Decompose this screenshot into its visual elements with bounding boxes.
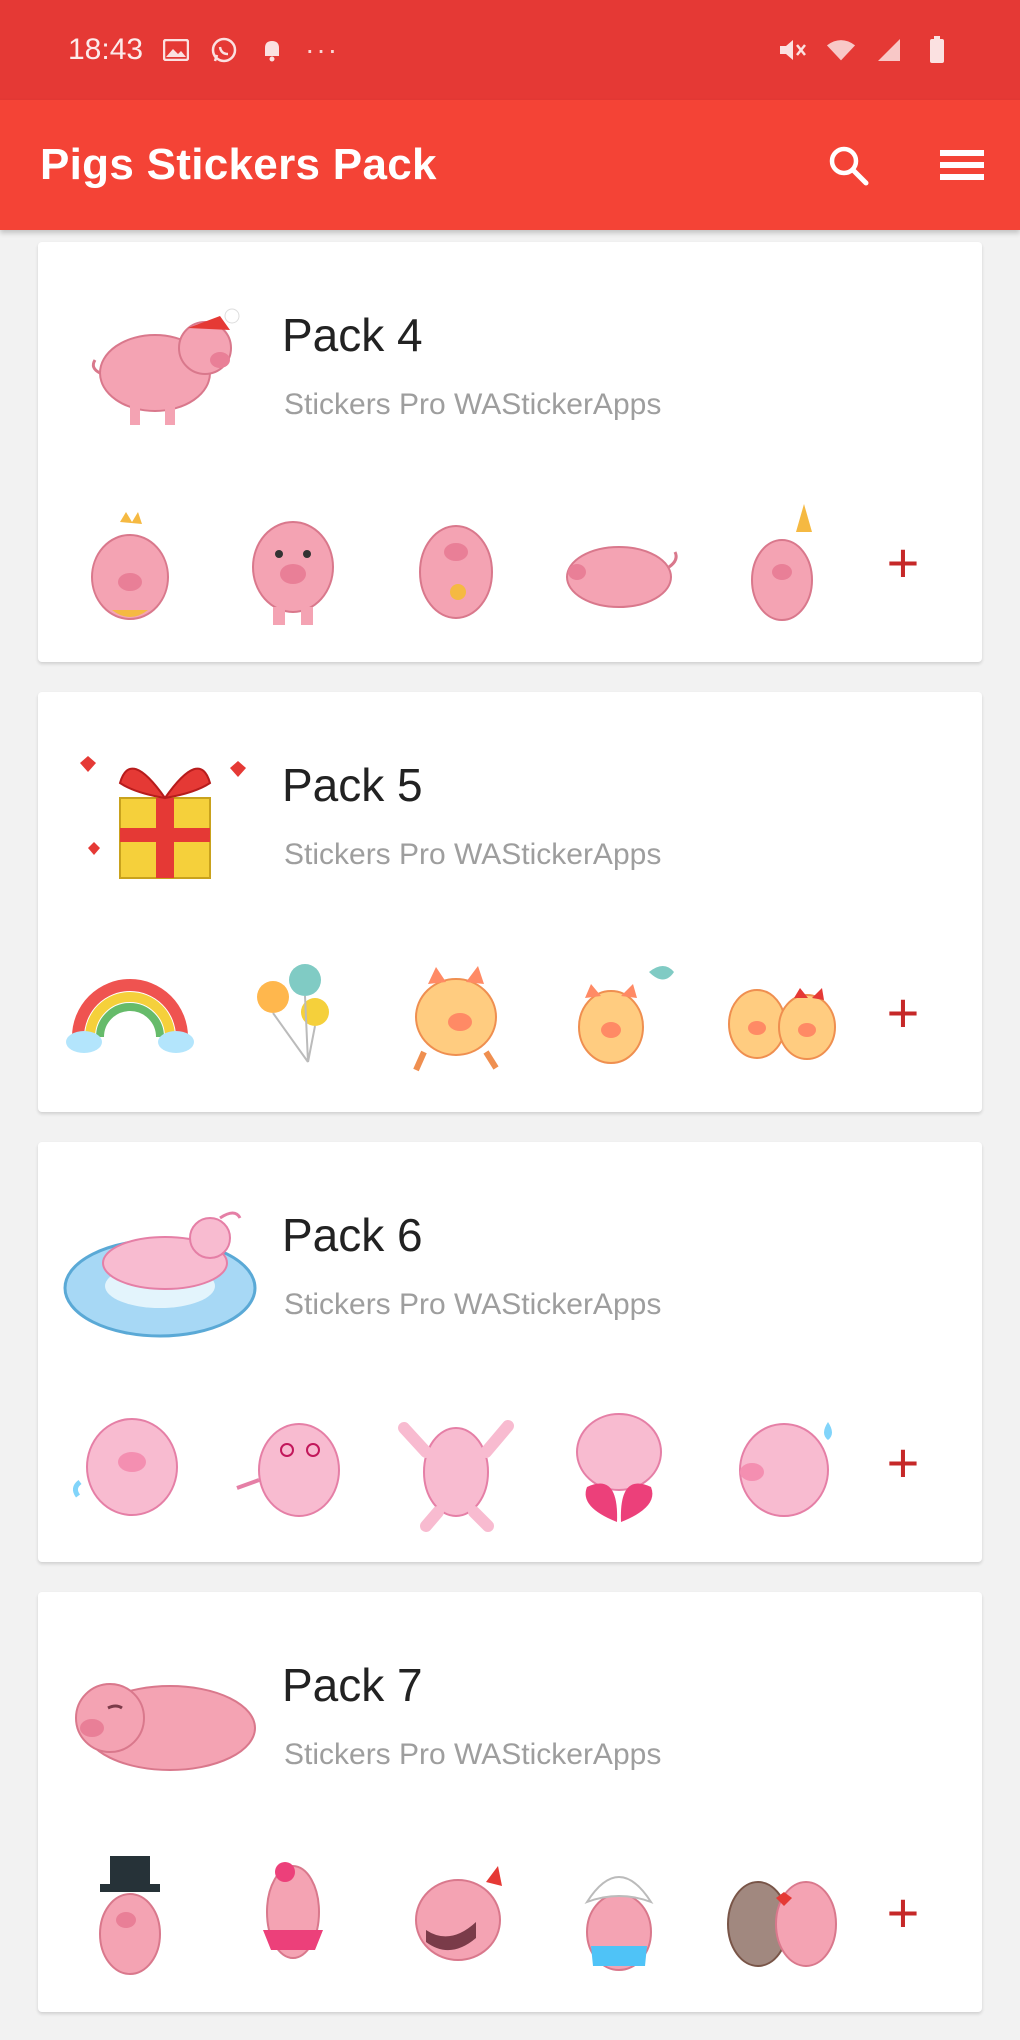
two-pigs-sticker[interactable] xyxy=(712,942,852,1082)
pack-header: Pack 6 Stickers Pro WAStickerApps xyxy=(38,1142,982,1362)
pig-standing-sticker[interactable] xyxy=(223,492,363,632)
battery-icon xyxy=(922,35,952,65)
pack-name: Pack 4 xyxy=(282,309,423,361)
pig-top-hat-sticker[interactable] xyxy=(60,1842,200,1982)
pig-sleeping-sticker xyxy=(75,1683,256,1771)
pack-card-5[interactable]: Pack 5 Stickers Pro WAStickerApps + xyxy=(38,692,982,1112)
pack-name: Pack 5 xyxy=(282,759,423,811)
search-button[interactable] xyxy=(818,135,878,195)
pig-dancing-sticker[interactable] xyxy=(386,1392,526,1532)
pig-sweat-sticker[interactable] xyxy=(712,1392,852,1532)
pig-pool-float-sticker xyxy=(63,1211,257,1338)
add-to-whatsapp-button[interactable]: + xyxy=(868,978,938,1048)
gift-box-sticker xyxy=(80,756,246,879)
search-icon xyxy=(829,146,869,186)
pigs-kissing-sticker[interactable] xyxy=(712,1842,852,1982)
rainbow-sticker[interactable] xyxy=(60,942,200,1082)
notification-icon xyxy=(257,35,287,65)
pig-lying-sticker[interactable] xyxy=(549,492,689,632)
pack-card-4[interactable]: Pack 4 Stickers Pro WAStickerApps + xyxy=(38,242,982,662)
pack-author: Stickers Pro WAStickerApps xyxy=(284,388,662,421)
status-left: 18:43 ··· xyxy=(68,33,339,67)
pack-header: Pack 5 Stickers Pro WAStickerApps xyxy=(38,692,982,912)
pack-author: Stickers Pro WAStickerApps xyxy=(284,1288,662,1321)
pack-card-7[interactable]: Pack 7 Stickers Pro WAStickerApps + xyxy=(38,1592,982,2012)
pack-list: Pack 4 Stickers Pro WAStickerApps + Pack… xyxy=(0,230,1020,2012)
pack-header: Pack 4 Stickers Pro WAStickerApps xyxy=(38,242,982,462)
pig-tutu-sticker[interactable] xyxy=(223,1842,363,1982)
menu-icon xyxy=(940,150,984,180)
more-notifications-icon: ··· xyxy=(305,34,340,65)
pack-card-6[interactable]: Pack 6 Stickers Pro WAStickerApps + xyxy=(38,1142,982,1562)
pack-name: Pack 7 xyxy=(282,1659,423,1711)
add-to-whatsapp-button[interactable]: + xyxy=(868,528,938,598)
pig-crying-sticker[interactable] xyxy=(60,1392,200,1532)
status-bar: 18:43 ··· xyxy=(0,0,1020,100)
pig-balloon-sticker[interactable] xyxy=(549,942,689,1082)
pig-flower-sticker[interactable] xyxy=(386,492,526,632)
toolbar-actions xyxy=(818,135,992,195)
add-to-whatsapp-button[interactable]: + xyxy=(868,1428,938,1498)
status-right xyxy=(778,35,952,65)
wifi-icon xyxy=(826,35,856,65)
pig-crown-sticker[interactable] xyxy=(60,492,200,632)
signal-icon xyxy=(874,35,904,65)
sticker-preview-row xyxy=(60,492,960,632)
app-title: Pigs Stickers Pack xyxy=(40,140,437,189)
add-to-whatsapp-button[interactable]: + xyxy=(868,1878,938,1948)
pig-broken-heart-sticker[interactable] xyxy=(549,1392,689,1532)
app-toolbar: Pigs Stickers Pack xyxy=(0,100,1020,230)
pig-santa-hat-sticker xyxy=(91,308,240,425)
pig-party-hat-sticker[interactable] xyxy=(712,492,852,632)
pig-roaring-sticker[interactable] xyxy=(386,1842,526,1982)
sticker-preview-row xyxy=(60,1842,960,1982)
mute-icon xyxy=(778,35,808,65)
pig-dizzy-sticker[interactable] xyxy=(223,1392,363,1532)
pig-bonnet-sticker[interactable] xyxy=(549,1842,689,1982)
whatsapp-icon xyxy=(209,35,239,65)
pack-author: Stickers Pro WAStickerApps xyxy=(284,838,662,871)
pack-name: Pack 6 xyxy=(282,1209,423,1261)
balloons-sticker[interactable] xyxy=(223,942,363,1082)
pack-author: Stickers Pro WAStickerApps xyxy=(284,1738,662,1771)
sticker-preview-row xyxy=(60,942,960,1082)
pack-header: Pack 7 Stickers Pro WAStickerApps xyxy=(38,1592,982,1812)
sticker-preview-row xyxy=(60,1392,960,1532)
status-time: 18:43 xyxy=(68,33,144,66)
pig-running-sticker[interactable] xyxy=(386,942,526,1082)
menu-button[interactable] xyxy=(932,135,992,195)
image-icon xyxy=(161,35,191,65)
